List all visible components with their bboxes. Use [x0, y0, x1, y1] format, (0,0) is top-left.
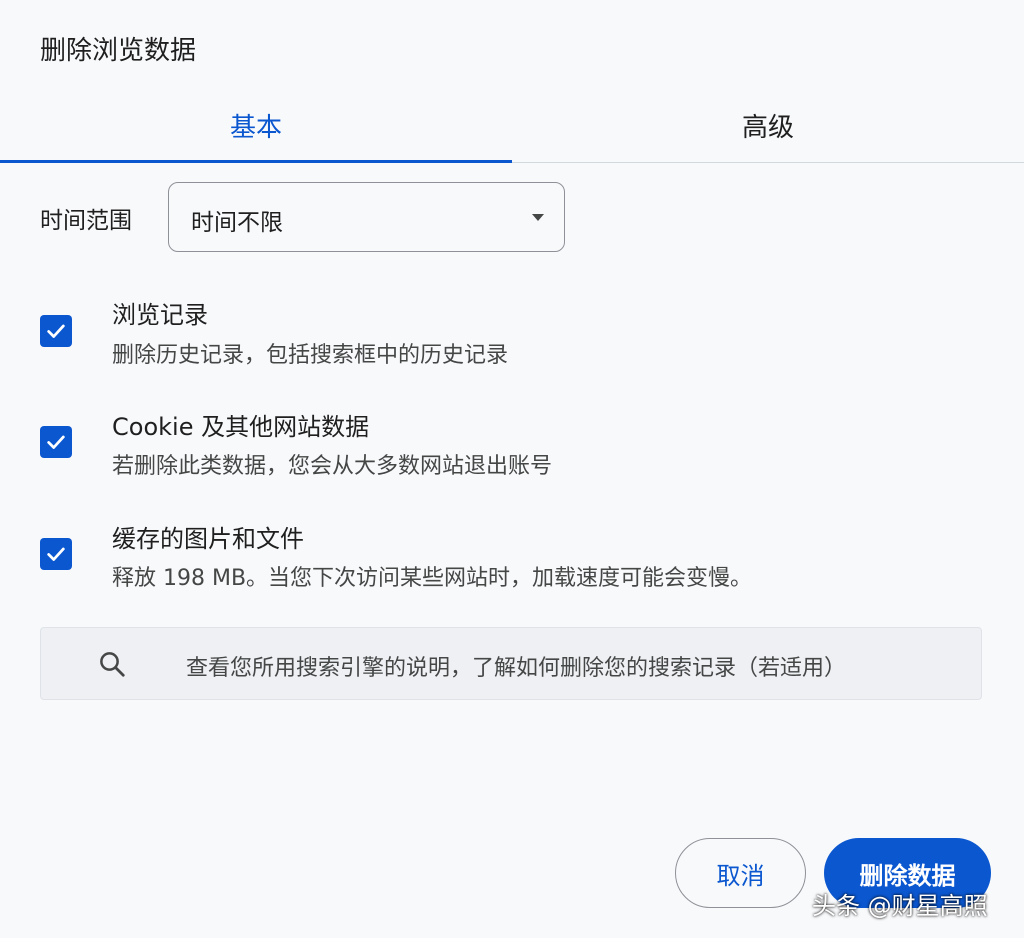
checkmark-icon: [47, 324, 65, 338]
search-engine-info-text: 查看您所用搜索引擎的说明，了解如何删除您的搜索记录（若适用）: [186, 656, 847, 681]
search-engine-info-link[interactable]: 查看您所用搜索引擎的说明，了解如何删除您的搜索记录（若适用）: [40, 627, 982, 700]
search-icon: [100, 652, 125, 677]
tab-basic[interactable]: 基本: [0, 88, 512, 162]
dialog-title: 删除浏览数据: [40, 36, 197, 66]
tab-advanced[interactable]: 高级: [512, 88, 1024, 162]
browsing-history-checkbox[interactable]: [40, 315, 72, 347]
browsing-history-description: 删除历史记录，包括搜索框中的历史记录: [112, 343, 509, 368]
active-tab-indicator: [0, 160, 512, 163]
option-browsing-history: 浏览记录 删除历史记录，包括搜索框中的历史记录: [0, 290, 1024, 380]
checkmark-icon: [47, 547, 65, 561]
cancel-button[interactable]: 取消: [675, 838, 806, 908]
watermark: 头条 @财星高照: [812, 892, 988, 920]
clear-browsing-data-dialog: 删除浏览数据 基本 高级 时间范围 时间不限 浏览记录 删除历史记录，包括搜索框…: [0, 0, 1024, 938]
cookies-checkbox[interactable]: [40, 426, 72, 458]
time-range-label: 时间范围: [40, 208, 132, 234]
dropdown-arrow-icon: [532, 214, 544, 221]
browsing-history-title: 浏览记录: [112, 301, 208, 329]
tab-bar: 基本 高级: [0, 88, 1024, 163]
checkmark-icon: [47, 435, 65, 449]
cached-files-description: 释放 198 MB。当您下次访问某些网站时，加载速度可能会变慢。: [112, 566, 753, 591]
cookies-title: Cookie 及其他网站数据: [112, 413, 370, 441]
option-cookies: Cookie 及其他网站数据 若删除此类数据，您会从大多数网站退出账号: [0, 402, 1024, 492]
cached-files-title: 缓存的图片和文件: [112, 525, 304, 553]
time-range-select[interactable]: 时间不限: [168, 182, 565, 252]
cached-files-checkbox[interactable]: [40, 538, 72, 570]
time-range-value: 时间不限: [191, 210, 283, 236]
cookies-description: 若删除此类数据，您会从大多数网站退出账号: [112, 454, 553, 479]
option-cached-files: 缓存的图片和文件 释放 198 MB。当您下次访问某些网站时，加载速度可能会变慢…: [0, 514, 1024, 604]
